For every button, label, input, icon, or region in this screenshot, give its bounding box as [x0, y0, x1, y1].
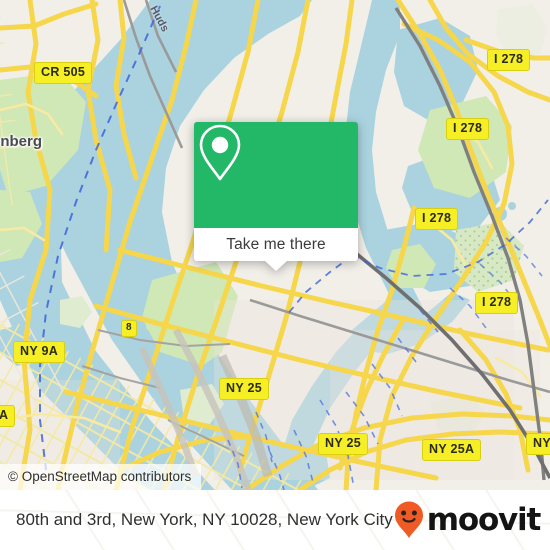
- popup-tail: [265, 261, 287, 271]
- road-shield: NY 25: [318, 433, 369, 455]
- map-result-screen: enberg Huds CR 505 I 278 I 278 I 278 I 2…: [0, 0, 550, 550]
- road-shield: NY 2: [526, 433, 550, 455]
- road-shield: CR 505: [34, 62, 93, 84]
- moovit-logo[interactable]: moovit: [393, 500, 542, 540]
- place-label-guttenberg: enberg: [0, 133, 43, 150]
- popup-card-header: [194, 122, 358, 228]
- footer-bar: 80th and 3rd, New York, NY 10028, New Yo…: [0, 490, 550, 550]
- location-popup-card[interactable]: Take me there: [194, 122, 358, 271]
- moovit-smiley-pin-icon: [394, 501, 423, 538]
- road-shield: NY 25: [219, 378, 270, 400]
- popup-card-action[interactable]: Take me there: [194, 228, 358, 271]
- osm-attribution[interactable]: © OpenStreetMap contributors: [0, 464, 202, 490]
- road-shield: I 278: [475, 292, 519, 314]
- road-shield: 8: [121, 320, 137, 337]
- road-shield: I 278: [446, 118, 490, 140]
- take-me-there-label: Take me there: [226, 235, 326, 253]
- road-shield: NY 25A: [422, 439, 482, 461]
- moovit-wordmark: moovit: [426, 501, 542, 538]
- road-shield: A: [0, 405, 16, 427]
- address-text: 80th and 3rd, New York, NY 10028, New Yo…: [16, 510, 393, 529]
- map-canvas[interactable]: enberg Huds CR 505 I 278 I 278 I 278 I 2…: [0, 0, 550, 490]
- road-shield: I 278: [415, 208, 459, 230]
- road-shield: NY 9A: [13, 341, 66, 363]
- road-shield: I 278: [487, 49, 531, 71]
- map-pin-icon: [199, 124, 241, 181]
